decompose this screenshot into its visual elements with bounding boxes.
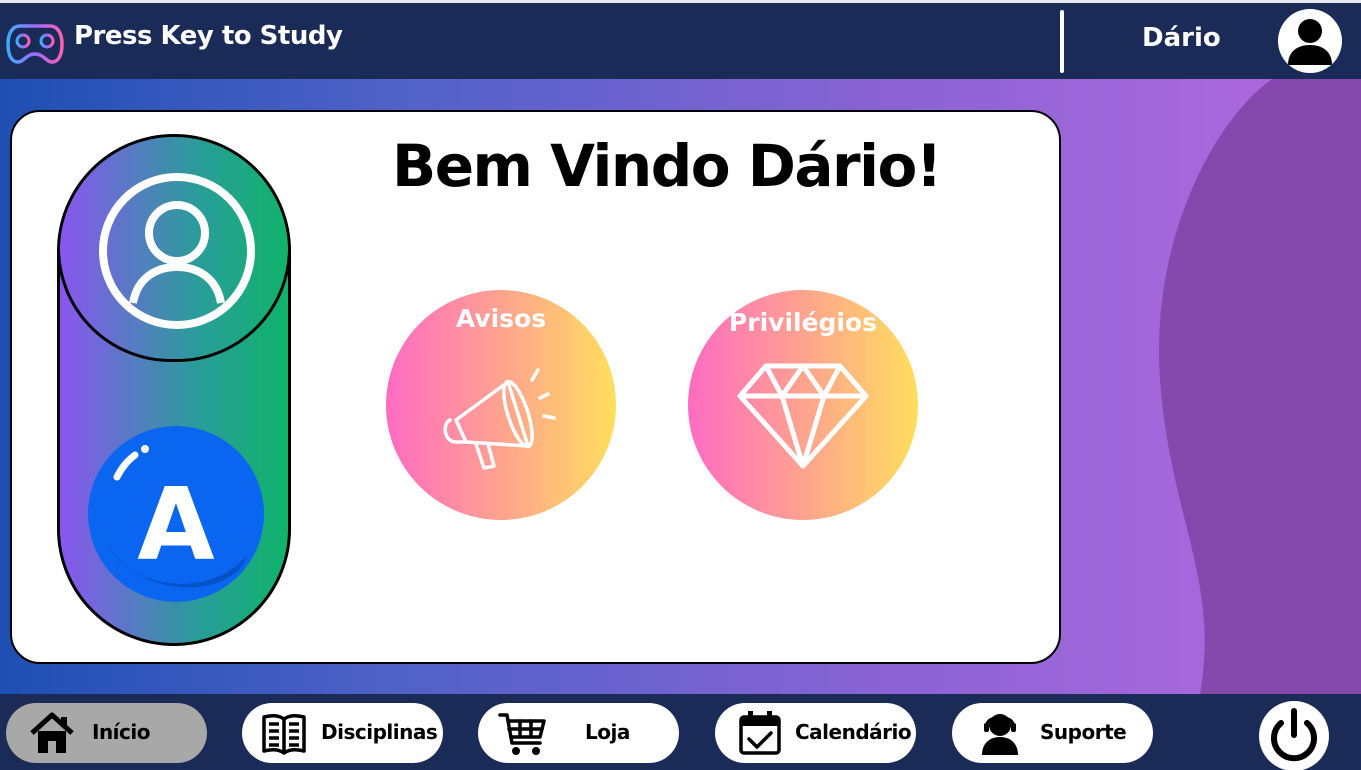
book-icon (262, 713, 306, 755)
gamepad-icon (6, 22, 64, 64)
power-button[interactable] (1259, 701, 1329, 770)
nav-loja[interactable]: Loja (478, 703, 679, 763)
user-avatar-button[interactable] (1278, 9, 1342, 73)
header-divider (1060, 10, 1064, 73)
power-icon (1271, 708, 1317, 762)
nav-suporte-label: Suporte (1040, 720, 1127, 744)
diamond-icon (737, 363, 869, 469)
header-bar: Press Key to Study Dário (0, 3, 1361, 79)
nav-disciplinas[interactable]: Disciplinas (242, 703, 443, 763)
nav-suporte[interactable]: Suporte (952, 703, 1153, 763)
nav-inicio[interactable]: Início (6, 703, 207, 763)
main-area: A Bem Vindo Dário! Avisos Privilégios (0, 79, 1361, 694)
nav-inicio-label: Início (92, 720, 151, 744)
avisos-label: Avisos (455, 304, 547, 333)
privilegios-button[interactable]: Privilégios (688, 290, 918, 520)
home-icon (30, 712, 74, 753)
nav-loja-label: Loja (585, 720, 630, 744)
badge-letter: A (137, 466, 214, 583)
avisos-button[interactable]: Avisos (386, 290, 616, 520)
user-name: Dário (1142, 23, 1221, 53)
cart-icon (498, 713, 546, 755)
bottom-nav: Início Disciplinas Loja Calendário Supor… (0, 694, 1361, 770)
nav-calendario-label: Calendário (795, 720, 912, 744)
letter-a-badge[interactable]: A (87, 425, 265, 603)
app-title: Press Key to Study (74, 21, 343, 51)
profile-pill-top[interactable] (60, 137, 288, 362)
welcome-heading: Bem Vindo Dário! (392, 132, 942, 200)
megaphone-icon (443, 368, 556, 470)
welcome-card: A Bem Vindo Dário! Avisos Privilégios (10, 110, 1061, 664)
profile-pill: A (57, 134, 291, 646)
calendar-icon (739, 711, 781, 755)
user-silhouette-icon (1288, 19, 1332, 65)
privilegios-label: Privilégios (728, 308, 878, 337)
user-circle-icon (99, 173, 255, 329)
nav-calendario[interactable]: Calendário (715, 703, 916, 763)
nav-disciplinas-label: Disciplinas (321, 720, 438, 744)
support-headset-icon (982, 714, 1018, 755)
